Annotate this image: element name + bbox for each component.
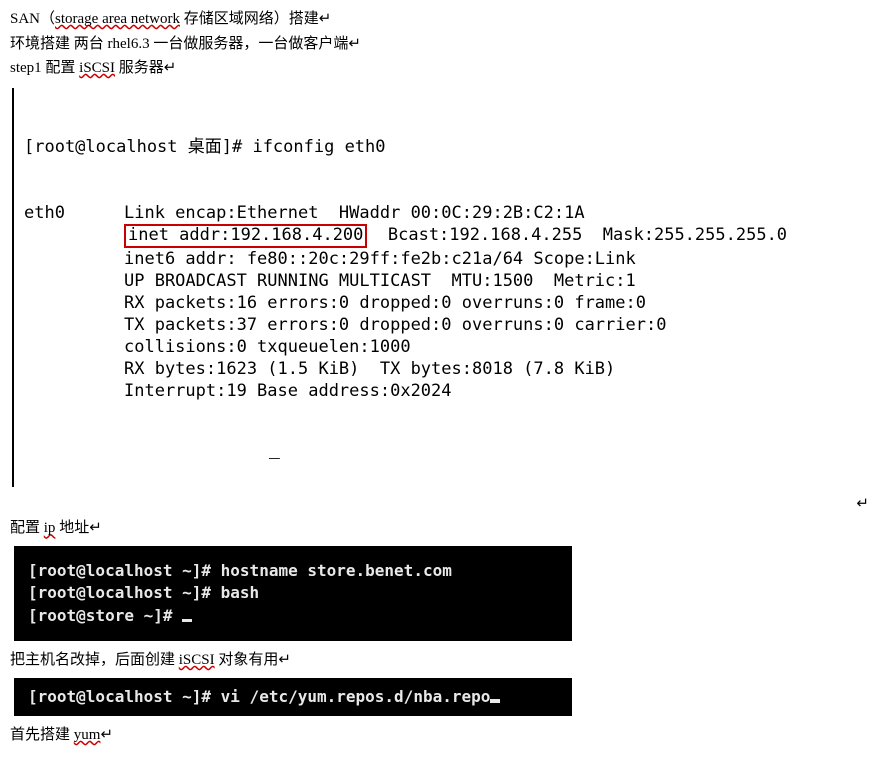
heading-line-3: step1 配置 iSCSI 服务器↵ <box>10 57 874 80</box>
ifcfg-tx: TX packets:37 errors:0 dropped:0 overrun… <box>124 315 666 335</box>
inet-addr-highlight: inet addr:192.168.4.200 <box>124 224 367 248</box>
terminal-cursor-icon <box>490 699 500 703</box>
ifcfg-link: Link encap:Ethernet HWaddr 00:0C:29:2B:C… <box>124 203 585 223</box>
ifcfg-rxb: RX bytes:1623 (1.5 KiB) TX bytes:8018 (7… <box>124 359 615 379</box>
ifconfig-command: [root@localhost 桌面]# ifconfig eth0 <box>24 136 874 158</box>
eol-mark: ↵ <box>164 60 177 76</box>
terminal-hostname: [root@localhost ~]# hostname store.benet… <box>14 546 572 641</box>
iface-details: Link encap:Ethernet HWaddr 00:0C:29:2B:C… <box>124 202 787 402</box>
text-wavy: storage area network <box>55 11 180 27</box>
eol-mark: ↵ <box>278 652 291 668</box>
eol-mark: ↵ <box>856 493 869 516</box>
eol-mark: ↵ <box>348 36 361 52</box>
ifcfg-rx: RX packets:16 errors:0 dropped:0 overrun… <box>124 293 646 313</box>
ifcfg-inet6: inet6 addr: fe80::20c:29ff:fe2b:c21a/64 … <box>124 249 636 269</box>
terminal-cursor-icon <box>182 619 192 622</box>
label-build-yum: 首先搭建 yum↵ <box>10 724 874 747</box>
ifconfig-body: eth0 Link encap:Ethernet HWaddr 00:0C:29… <box>24 202 874 402</box>
term-line: [root@localhost ~]# hostname store.benet… <box>28 561 452 580</box>
term-line: [root@store ~]# <box>28 606 182 625</box>
eol-mark: ↵ <box>319 11 332 27</box>
text-wavy: iSCSI <box>179 652 215 668</box>
text-wavy: yum <box>74 727 101 743</box>
ifcfg-up: UP BROADCAST RUNNING MULTICAST MTU:1500 … <box>124 271 636 291</box>
eol-mark: ↵ <box>89 520 102 536</box>
terminal-vi-repo: [root@localhost ~]# vi /etc/yum.repos.d/… <box>14 678 572 716</box>
text: SAN（ <box>10 11 55 27</box>
text: 对象有用 <box>215 652 279 668</box>
ifconfig-output: [root@localhost 桌面]# ifconfig eth0 eth0 … <box>12 88 874 487</box>
text: 存储区域网络）搭建 <box>180 11 319 27</box>
iface-name: eth0 <box>24 202 124 402</box>
text: 首先搭建 <box>10 727 74 743</box>
term-line: [root@localhost ~]# vi /etc/yum.repos.d/… <box>28 687 490 706</box>
label-rename-host: 把主机名改掉，后面创建 iSCSI 对象有用↵ <box>10 649 874 672</box>
heading-line-2: 环境搭建 两台 rhel6.3 一台做服务器，一台做客户端↵ <box>10 33 874 56</box>
text: 地址 <box>55 520 89 536</box>
blink-cursor-mark: _ <box>269 446 874 460</box>
label-config-ip: 配置 ip 地址↵ <box>10 517 874 540</box>
ifcfg-intr: Interrupt:19 Base address:0x2024 <box>124 381 452 401</box>
text: 环境搭建 两台 rhel6.3 一台做服务器，一台做客户端 <box>10 36 348 52</box>
eol-mark: ↵ <box>100 727 113 743</box>
text-wavy: ip <box>44 520 56 536</box>
ifcfg-coll: collisions:0 txqueuelen:1000 <box>124 337 411 357</box>
text-wavy: iSCSI <box>79 60 115 76</box>
heading-line-1: SAN（storage area network 存储区域网络）搭建↵ <box>10 8 874 31</box>
term-line: [root@localhost ~]# bash <box>28 583 259 602</box>
text: 配置 <box>10 520 44 536</box>
ifcfg-inet-rest: Bcast:192.168.4.255 Mask:255.255.255.0 <box>367 225 787 245</box>
text: step1 配置 <box>10 60 79 76</box>
text: 服务器 <box>115 60 164 76</box>
text: 把主机名改掉，后面创建 <box>10 652 179 668</box>
